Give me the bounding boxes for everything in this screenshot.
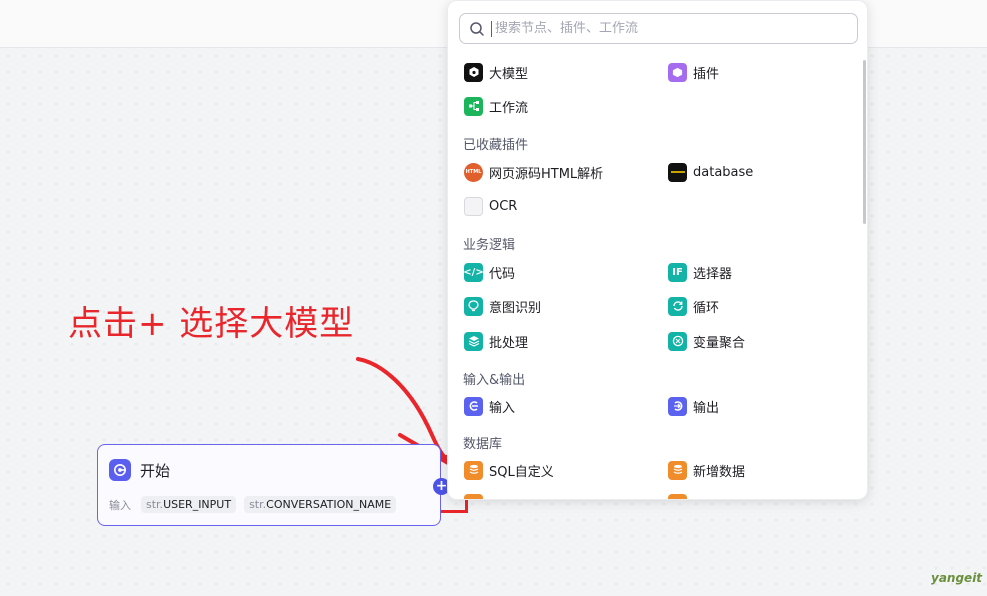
output-icon [668,396,687,416]
query-data-icon [668,494,687,499]
selector-icon: IF [668,262,687,282]
menu-item-batch[interactable]: 批处理 [464,331,528,351]
menu-item-html-parse[interactable]: HTML 网页源码HTML解析 [464,162,603,182]
search-icon [470,21,484,36]
inputs-label: 输入 [109,498,131,512]
database-plugin-icon [668,162,687,182]
section-title-io: 输入&输出 [463,373,526,388]
menu-item-intent[interactable]: 意图识别 [464,296,541,316]
menu-item-input[interactable]: 输入 [464,396,515,416]
intent-icon [464,296,483,316]
section-title-logic: 业务逻辑 [463,238,516,253]
search-input[interactable] [495,21,835,36]
start-node[interactable]: 开始 输入 str.USER_INPUT str.CONVERSATION_NA… [97,444,450,526]
batch-icon [464,331,483,351]
ocr-icon [464,196,483,216]
code-icon: </> [463,262,484,282]
add-data-icon [668,460,687,480]
variable-merge-icon [668,331,687,351]
menu-item-add-data[interactable]: 新增数据 [668,460,745,480]
start-icon [109,459,131,481]
section-title-database: 数据库 [463,437,503,452]
menu-item-loop[interactable]: 循环 [668,296,719,316]
workflow-icon [464,96,483,116]
param-chip-conversation-name: str.CONVERSATION_NAME [244,496,397,513]
scrollbar[interactable] [863,60,866,224]
update-data-icon [464,494,483,499]
menu-item-selector[interactable]: IF 选择器 [668,262,732,282]
menu-item-sql[interactable]: SQL自定义 [464,460,554,480]
plugin-icon [668,62,687,82]
menu-item-plugin[interactable]: 插件 [668,62,719,82]
menu-item-code[interactable]: </> 代码 [463,262,515,282]
loop-icon [668,296,687,316]
menu-item-output[interactable]: 输出 [668,396,719,416]
search-box[interactable] [459,13,858,44]
html-parse-icon: HTML [464,162,483,182]
menu-item-llm[interactable]: 大模型 [464,62,528,82]
text-cursor [491,20,492,37]
start-node-title: 开始 [140,461,171,480]
menu-item-workflow[interactable]: 工作流 [464,96,528,116]
start-node-inputs: 输入 str.USER_INPUT str.CONVERSATION_NAME [109,496,397,513]
watermark: yangeit [931,571,983,585]
llm-icon [464,62,483,82]
menu-item-variable-merge[interactable]: 变量聚合 [668,331,745,351]
menu-item-ocr[interactable]: OCR [464,196,517,216]
input-icon [464,396,483,416]
param-chip-user-input: str.USER_INPUT [141,496,237,513]
section-title-favorites: 已收藏插件 [463,138,529,153]
start-node-header: 开始 [109,459,170,481]
sql-icon [464,460,483,480]
node-picker-panel: 大模型 插件 工作流 已收藏插件 HTML 网页源码HTML解析 databas… [447,0,868,500]
annotation-text: 点击+ 选择大模型 [68,304,355,344]
menu-item-database-plugin[interactable]: database [668,162,753,182]
